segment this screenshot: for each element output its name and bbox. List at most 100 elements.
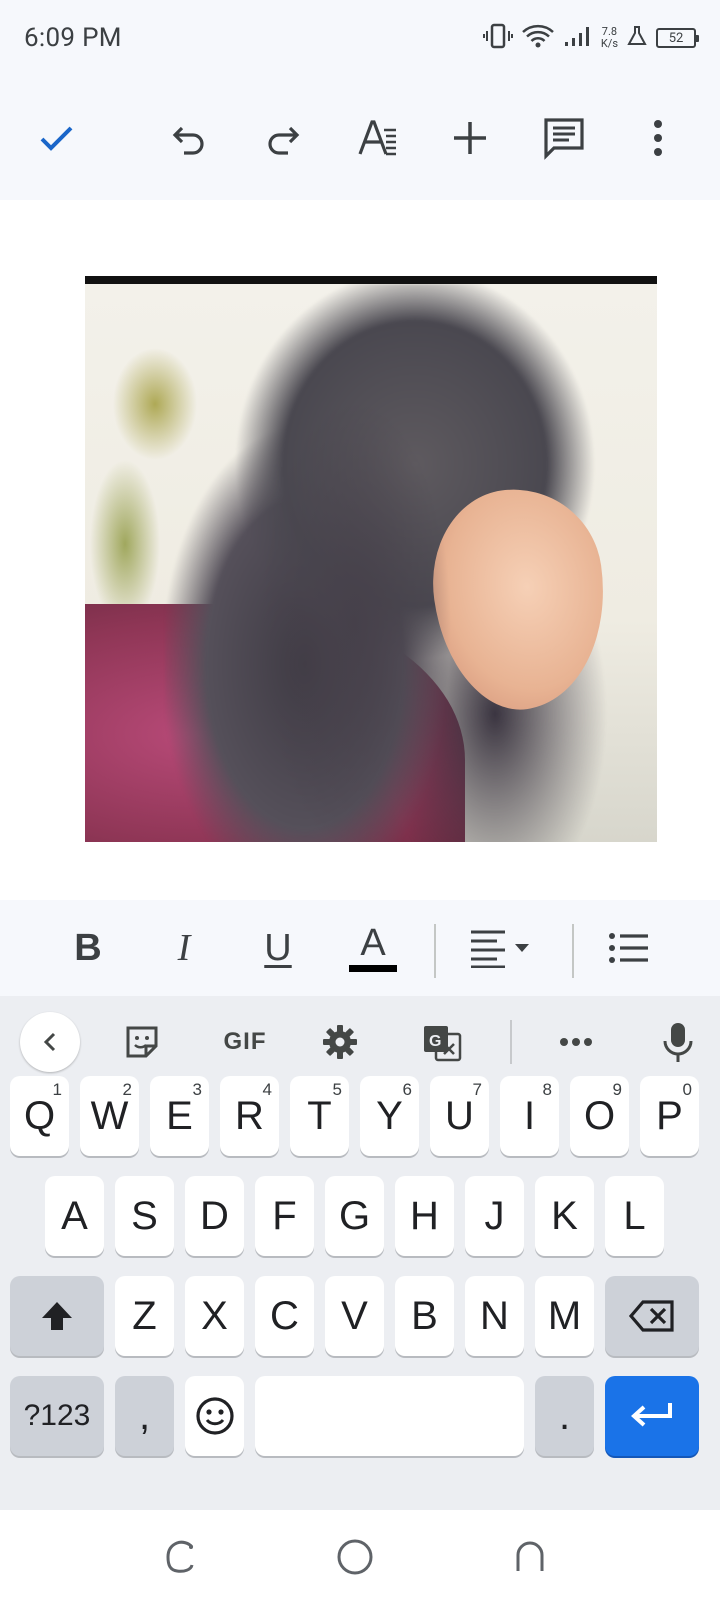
key-q[interactable]: Q1 (10, 1076, 69, 1156)
key-a[interactable]: A (45, 1176, 104, 1256)
key-hint: 6 (402, 1080, 412, 1099)
format-bar: B I U A (0, 900, 720, 996)
recents-button[interactable] (155, 1532, 205, 1582)
shift-key[interactable] (10, 1276, 104, 1356)
gif-button[interactable]: GIF (210, 1012, 280, 1072)
keyboard-settings-button[interactable] (310, 1012, 370, 1072)
voice-input-button[interactable] (648, 1012, 708, 1072)
back-arch-icon (516, 1541, 544, 1571)
italic-button[interactable]: I (156, 920, 212, 976)
collapse-toolbar-button[interactable] (20, 1012, 80, 1072)
key-label: T (307, 1093, 332, 1138)
backspace-icon (629, 1300, 674, 1332)
key-label: U (445, 1093, 474, 1138)
key-hint: 8 (542, 1080, 552, 1099)
svg-text:G: G (429, 1033, 441, 1050)
bold-button[interactable]: B (60, 920, 116, 976)
emoji-key[interactable] (185, 1376, 244, 1456)
chevron-left-icon (43, 1032, 56, 1052)
align-left-icon (471, 930, 529, 968)
text-format-button[interactable] (350, 110, 406, 166)
key-w[interactable]: W2 (80, 1076, 139, 1156)
key-m[interactable]: M (535, 1276, 594, 1356)
more-horiz-icon (560, 1038, 592, 1046)
smiley-icon (195, 1397, 234, 1435)
symbols-key[interactable]: ?123 (10, 1376, 104, 1456)
status-time: 6:09 PM (24, 23, 122, 53)
backspace-key[interactable] (605, 1276, 699, 1356)
key-e[interactable]: E3 (150, 1076, 209, 1156)
key-s[interactable]: S (115, 1176, 174, 1256)
comma-key[interactable]: , (115, 1376, 174, 1456)
bulleted-list-icon (609, 933, 648, 963)
redo-icon (268, 126, 300, 155)
key-u[interactable]: U7 (430, 1076, 489, 1156)
key-d[interactable]: D (185, 1176, 244, 1256)
soft-keyboard: GIF G Q1 W2 E3 R4 T5 Y6 U7 I8 O9 P0 A S … (0, 996, 720, 1510)
key-label: Q (23, 1093, 56, 1138)
status-bar: 6:09 PM 7.8 K/s 52 (0, 0, 720, 76)
editor-toolbar (0, 76, 720, 200)
status-icons: 7.8 K/s 52 (482, 22, 699, 54)
divider (572, 924, 574, 978)
sticker-button[interactable] (112, 1012, 172, 1072)
undo-button[interactable] (162, 110, 218, 166)
key-hint: 2 (122, 1080, 132, 1099)
warning-flask-icon (626, 25, 648, 51)
key-h[interactable]: H (395, 1176, 454, 1256)
key-y[interactable]: Y6 (360, 1076, 419, 1156)
key-label: W (90, 1093, 129, 1138)
microphone-icon (663, 1023, 693, 1062)
text-color-button[interactable]: A (344, 920, 402, 976)
text-color-icon: A (360, 922, 386, 964)
more-keyboard-options-button[interactable] (546, 1012, 606, 1072)
key-hint: 7 (472, 1080, 482, 1099)
key-x[interactable]: X (185, 1276, 244, 1356)
insert-button[interactable] (442, 110, 498, 166)
divider (434, 924, 436, 978)
shift-icon (42, 1302, 72, 1330)
key-r[interactable]: R4 (220, 1076, 279, 1156)
key-p[interactable]: P0 (640, 1076, 699, 1156)
key-label: I (523, 1093, 536, 1138)
italic-icon: I (177, 927, 191, 969)
system-navigation-bar (0, 1510, 720, 1600)
space-bar[interactable] (255, 1376, 524, 1456)
bulleted-list-button[interactable] (604, 920, 654, 976)
key-c[interactable]: C (255, 1276, 314, 1356)
translate-button[interactable]: G (412, 1012, 472, 1072)
enter-key[interactable] (605, 1376, 699, 1456)
comment-button[interactable] (536, 110, 592, 166)
back-button[interactable] (505, 1532, 555, 1582)
key-k[interactable]: K (535, 1176, 594, 1256)
key-v[interactable]: V (325, 1276, 384, 1356)
key-o[interactable]: O9 (570, 1076, 629, 1156)
document-body[interactable] (0, 200, 720, 900)
key-f[interactable]: F (255, 1176, 314, 1256)
photo-hair-strands (205, 344, 505, 842)
inserted-photo[interactable] (85, 276, 657, 842)
key-j[interactable]: J (465, 1176, 524, 1256)
key-z[interactable]: Z (115, 1276, 174, 1356)
key-label: P (656, 1093, 683, 1138)
underline-button[interactable]: U (250, 920, 306, 976)
key-hint: 9 (612, 1080, 622, 1099)
more-options-button[interactable] (630, 110, 686, 166)
period-key[interactable]: . (535, 1376, 594, 1456)
key-b[interactable]: B (395, 1276, 454, 1356)
key-hint: 1 (52, 1080, 62, 1099)
network-speed-unit: K/s (600, 37, 618, 50)
key-i[interactable]: I8 (500, 1076, 559, 1156)
bold-icon: B (74, 926, 102, 969)
done-button[interactable] (28, 110, 84, 166)
key-g[interactable]: G (325, 1176, 384, 1256)
text-format-icon (358, 120, 396, 156)
align-button[interactable] (466, 920, 536, 976)
key-l[interactable]: L (605, 1176, 664, 1256)
comment-icon (544, 118, 584, 160)
redo-button[interactable] (254, 110, 310, 166)
home-button[interactable] (330, 1532, 380, 1582)
enter-icon (631, 1403, 672, 1427)
key-t[interactable]: T5 (290, 1076, 349, 1156)
key-n[interactable]: N (465, 1276, 524, 1356)
